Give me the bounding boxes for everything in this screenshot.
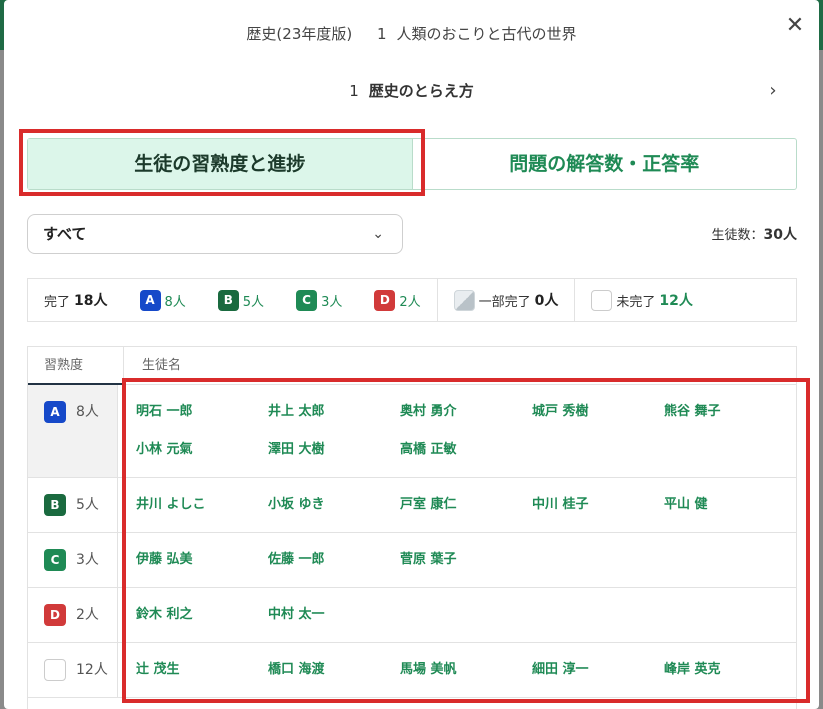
incomplete-label: 未完了: [616, 294, 656, 310]
student-name[interactable]: 小林 元氣: [136, 431, 268, 469]
level-count: 8人: [76, 404, 99, 420]
student-name[interactable]: 鈴木 利之: [136, 596, 268, 634]
filter-value: すべて: [43, 225, 87, 243]
badge-a: A: [44, 401, 66, 423]
student-name[interactable]: 城戸 秀樹: [532, 393, 664, 431]
student-name[interactable]: 細田 淳一: [532, 651, 664, 689]
chevron-right-icon[interactable]: ›: [763, 74, 783, 108]
column-names: 生徒名: [142, 358, 182, 373]
student-count: 生徒数：30人: [712, 224, 798, 244]
progress-modal: 歴史(23年度版) 1 人類のおこりと古代の世界 ✕ 1 歴史のとらえ方 › 生徒の…: [4, 0, 819, 709]
student-name[interactable]: 奥村 勇介: [400, 393, 532, 431]
a-value: 8人: [164, 294, 186, 310]
view-tabs: 生徒の習熟度と進捗 問題の解答数・正答率: [27, 138, 797, 190]
student-name[interactable]: 橋口 海渡: [268, 651, 400, 689]
chapter-title: 人類のおこりと古代の世界: [396, 25, 577, 43]
student-name[interactable]: 峰岸 英克: [664, 651, 796, 689]
incomplete-value: 12人: [659, 293, 693, 309]
completion-summary: 完了 18人 A 8人 B 5人 C 3人 D 2人 一部完了 0人 未完了 1…: [27, 278, 797, 322]
level-count: 5人: [76, 497, 99, 513]
student-table: 習熟度 生徒名 A 8人 明石 一郎 井上 太郎 奥村 勇介 城戸 秀樹 熊谷 …: [27, 346, 797, 709]
badge-c: C: [44, 549, 66, 571]
student-names: 鈴木 利之 中村 太一: [118, 588, 796, 642]
table-header: 習熟度 生徒名: [28, 347, 796, 385]
student-name[interactable]: 澤田 大樹: [268, 431, 400, 469]
filter-select[interactable]: すべて ⌄: [27, 214, 403, 254]
summary-d: D 2人: [358, 279, 436, 321]
student-name[interactable]: 中村 太一: [268, 596, 400, 634]
table-row: 12人 辻 茂生 橋口 海渡 馬場 美帆 細田 淳一 峰岸 英克: [28, 643, 796, 698]
student-name[interactable]: 高橋 正敏: [400, 431, 532, 469]
tab-student-progress[interactable]: 生徒の習熟度と進捗: [28, 139, 413, 189]
level-cell: A 8人: [28, 385, 118, 477]
summary-complete: 完了 18人: [28, 279, 124, 321]
partial-complete-icon: [453, 289, 475, 311]
student-name[interactable]: 辻 茂生: [136, 651, 268, 689]
student-name[interactable]: 井上 太郎: [268, 393, 400, 431]
level-count: 2人: [76, 607, 99, 623]
summary-b: B 5人: [202, 279, 280, 321]
summary-c: C 3人: [280, 279, 358, 321]
student-count-value: 30人: [763, 227, 797, 243]
unit-number: 1: [349, 82, 359, 100]
level-count: 12人: [76, 662, 108, 678]
student-name[interactable]: 戸室 康仁: [400, 486, 532, 524]
d-value: 2人: [399, 294, 421, 310]
chapter-number: 1: [377, 25, 387, 43]
student-name[interactable]: 菅原 葉子: [400, 541, 532, 579]
student-name[interactable]: 馬場 美帆: [400, 651, 532, 689]
student-count-label: 生徒数：: [711, 228, 764, 243]
student-names: 伊藤 弘美 佐藤 一郎 菅原 葉子: [118, 533, 796, 587]
student-name[interactable]: 小坂 ゆき: [268, 486, 400, 524]
badge-b: B: [44, 494, 66, 516]
subject-label: 歴史(23年度版): [246, 25, 353, 43]
table-row: B 5人 井川 よしこ 小坂 ゆき 戸室 康仁 中川 桂子 平山 健: [28, 478, 796, 533]
summary-incomplete: 未完了 12人: [574, 279, 709, 321]
student-name[interactable]: 平山 健: [664, 486, 796, 524]
badge-c: C: [296, 289, 318, 311]
badge-a: A: [139, 289, 161, 311]
badge-d: D: [374, 289, 396, 311]
incomplete-icon: [591, 289, 613, 311]
student-names: 井川 よしこ 小坂 ゆき 戸室 康仁 中川 桂子 平山 健: [118, 478, 796, 532]
chevron-down-icon: ⌄: [372, 226, 384, 242]
summary-a: A 8人: [124, 279, 202, 321]
table-row: D 2人 鈴木 利之 中村 太一: [28, 588, 796, 643]
close-icon[interactable]: ✕: [783, 14, 807, 38]
student-name[interactable]: 伊藤 弘美: [136, 541, 268, 579]
incomplete-icon: [44, 659, 66, 681]
summary-partial: 一部完了 0人: [436, 279, 575, 321]
unit-title: 1 歴史のとらえ方: [4, 74, 819, 108]
student-names: 辻 茂生 橋口 海渡 馬場 美帆 細田 淳一 峰岸 英克: [118, 643, 796, 697]
student-name[interactable]: 中川 桂子: [532, 486, 664, 524]
unit-name: 歴史のとらえ方: [368, 82, 474, 100]
level-cell: B 5人: [28, 478, 118, 532]
table-row: A 8人 明石 一郎 井上 太郎 奥村 勇介 城戸 秀樹 熊谷 舞子 小林 元氣…: [28, 385, 796, 478]
tab-answer-stats[interactable]: 問題の解答数・正答率: [413, 139, 797, 189]
c-value: 3人: [321, 294, 343, 310]
student-name[interactable]: 井川 よしこ: [136, 486, 268, 524]
badge-d: D: [44, 604, 66, 626]
b-value: 5人: [242, 294, 265, 310]
partial-value: 0人: [534, 293, 559, 309]
complete-value: 18人: [74, 293, 108, 309]
level-cell: D 2人: [28, 588, 118, 642]
level-cell: C 3人: [28, 533, 118, 587]
complete-label: 完了: [44, 294, 71, 310]
level-cell: 12人: [28, 643, 118, 697]
student-name[interactable]: 熊谷 舞子: [664, 393, 796, 431]
badge-b: B: [217, 289, 239, 311]
modal-title: 歴史(23年度版) 1 人類のおこりと古代の世界: [4, 14, 819, 54]
level-count: 3人: [76, 552, 99, 568]
column-level: 習熟度: [28, 347, 124, 385]
student-name[interactable]: 佐藤 一郎: [268, 541, 400, 579]
student-name[interactable]: 明石 一郎: [136, 393, 268, 431]
table-row: C 3人 伊藤 弘美 佐藤 一郎 菅原 葉子: [28, 533, 796, 588]
student-names: 明石 一郎 井上 太郎 奥村 勇介 城戸 秀樹 熊谷 舞子 小林 元氣 澤田 大…: [118, 385, 796, 477]
partial-label: 一部完了: [478, 294, 531, 310]
